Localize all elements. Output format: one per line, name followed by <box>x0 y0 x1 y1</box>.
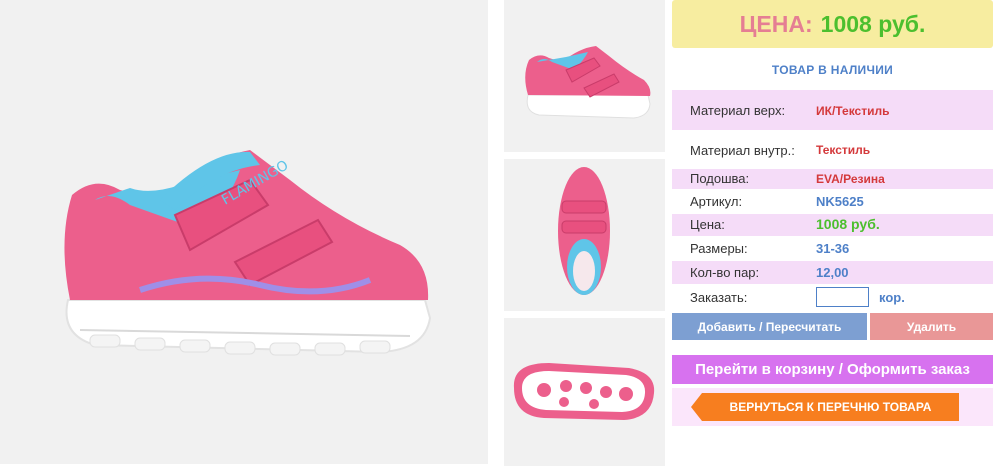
spec-value: 12,00 <box>816 265 849 280</box>
spec-key: Материал внутр.: <box>690 143 795 158</box>
spec-key: Кол-во пар: <box>690 265 760 280</box>
back-to-list-button[interactable]: ВЕРНУТЬСЯ К ПЕРЕЧНЮ ТОВАРА <box>691 393 959 421</box>
stock-status: ТОВАР В НАЛИЧИИ <box>771 63 894 77</box>
price-label: ЦЕНА: <box>739 10 813 37</box>
spec-value: 1008 руб. <box>816 216 880 232</box>
spec-key: Подошва: <box>690 171 750 186</box>
spec-row-material-inner: Материал внутр.: Текстиль <box>672 133 993 166</box>
spec-row-pairs: Кол-во пар: 12,00 <box>672 261 993 284</box>
spec-row-sizes: Размеры: 31-36 <box>672 238 993 260</box>
order-quantity-input[interactable] <box>816 287 869 307</box>
price-value: 1008 руб. <box>820 10 926 37</box>
shoe-side-view-image: FLAMINGO <box>64 150 432 356</box>
spec-value: EVA/Резина <box>816 172 885 186</box>
spec-row-article: Артикул: NK5625 <box>672 192 993 212</box>
spec-value: ИК/Текстиль <box>816 104 890 118</box>
shoe-thumb-top-image <box>558 167 610 295</box>
thumbnail-sole[interactable] <box>504 318 665 466</box>
main-product-image[interactable]: FLAMINGO <box>0 0 488 464</box>
back-button-container: ВЕРНУТЬСЯ К ПЕРЕЧНЮ ТОВАРА <box>672 388 993 426</box>
spec-key: Цена: <box>690 217 725 232</box>
thumbnail-top[interactable] <box>504 159 665 311</box>
shoe-thumb-sole-image <box>513 363 655 420</box>
add-recalculate-button[interactable]: Добавить / Пересчитать <box>672 313 867 340</box>
spec-row-sole: Подошва: EVA/Резина <box>672 169 993 189</box>
spec-value: Текстиль <box>816 143 871 157</box>
order-unit: кор. <box>879 290 905 305</box>
price-banner: ЦЕНА: 1008 руб. <box>672 0 993 48</box>
spec-key: Артикул: <box>690 194 743 209</box>
shoe-thumb-side-image <box>525 46 651 119</box>
order-label: Заказать: <box>690 290 748 305</box>
spec-row-price: Цена: 1008 руб. <box>672 214 993 236</box>
order-row: Заказать: кор. <box>672 287 993 309</box>
spec-value: 31-36 <box>816 241 850 256</box>
spec-key: Размеры: <box>690 241 748 256</box>
spec-row-material-top: Материал верх: ИК/Текстиль <box>672 90 993 130</box>
spec-value: NK5625 <box>816 194 864 209</box>
spec-key: Материал верх: <box>690 103 786 118</box>
go-to-cart-button[interactable]: Перейти в корзину / Оформить заказ <box>672 355 993 384</box>
delete-button[interactable]: Удалить <box>870 313 993 340</box>
thumbnail-side[interactable] <box>504 0 665 152</box>
